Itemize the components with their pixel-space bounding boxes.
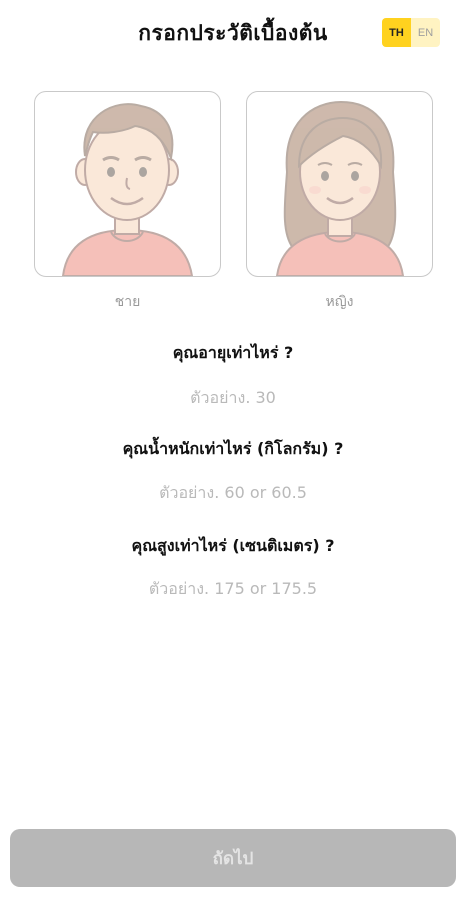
male-avatar-icon [61,103,194,276]
age-input[interactable] [83,382,383,412]
header: กรอกประวัติเบื้องต้น TH EN [0,0,466,70]
weight-question: คุณน้ำหนักเท่าไหร่ (กิโลกรัม) ? [122,439,344,458]
age-question: คุณอายุเท่าไหร่ ? [172,343,294,362]
language-toggle[interactable]: TH EN [382,18,440,47]
gender-label-female: หญิง [325,294,354,310]
next-button[interactable]: ถัดไป [10,829,456,887]
lang-en-button[interactable]: EN [411,18,440,47]
gender-card-male[interactable] [34,91,221,277]
gender-label-male: ชาย [114,294,141,310]
height-input[interactable] [83,573,383,603]
female-avatar-icon [275,100,405,276]
gender-card-female[interactable] [246,91,433,277]
lang-th-button[interactable]: TH [382,18,411,47]
weight-input[interactable] [83,477,383,507]
height-question: คุณสูงเท่าไหร่ (เซนติเมตร) ? [131,536,335,555]
